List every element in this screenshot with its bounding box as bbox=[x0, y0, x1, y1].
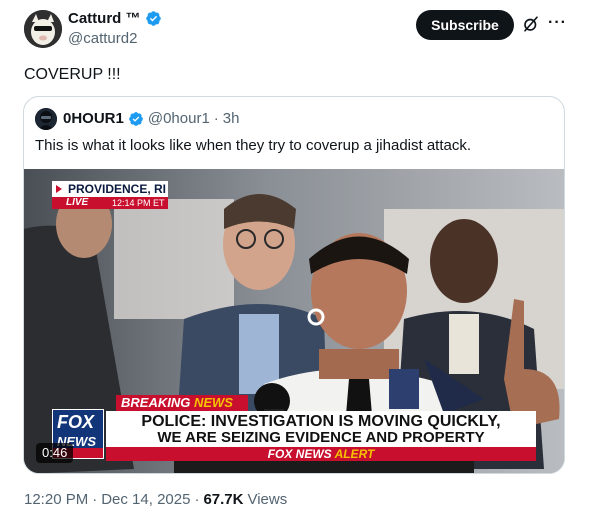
headline-chyron: POLICE: INVESTIGATION IS MOVING QUICKLY,… bbox=[106, 411, 536, 447]
logo-line-1: FOX bbox=[57, 412, 95, 432]
separator-dot: · bbox=[194, 491, 200, 508]
more-options-icon[interactable]: ··· bbox=[548, 14, 566, 32]
alert-prefix: FOX NEWS bbox=[267, 447, 332, 461]
views-count[interactable]: 67.7K bbox=[203, 491, 243, 508]
quoted-display-name[interactable]: 0HOUR1 bbox=[63, 110, 124, 127]
location-lower-third: PROVIDENCE, RI LIVE 12:14 PM ET bbox=[52, 181, 168, 209]
post-metadata: 12:20 PM · Dec 14, 2025 · 67.7K Views bbox=[24, 491, 287, 508]
post-card: Catturd ™ @catturd2 Subscribe ··· COVERU… bbox=[0, 0, 590, 517]
subscribe-button[interactable]: Subscribe bbox=[416, 10, 514, 40]
masked-avatar-icon bbox=[35, 108, 57, 130]
location-label: PROVIDENCE, RI bbox=[52, 181, 168, 197]
quoted-post-text: This is what it looks like when they try… bbox=[35, 137, 472, 154]
headline-line-1: POLICE: INVESTIGATION IS MOVING QUICKLY, bbox=[141, 413, 501, 430]
play-arrow-icon bbox=[56, 185, 62, 193]
verified-badge-icon bbox=[145, 10, 162, 27]
separator-dot: · bbox=[92, 491, 98, 508]
author-handle[interactable]: @catturd2 bbox=[68, 30, 137, 47]
video-player[interactable]: PROVIDENCE, RI LIVE 12:14 PM ET BREAKING… bbox=[24, 169, 564, 473]
quoted-author-row[interactable]: 0HOUR1 @0hour1 · 3h bbox=[63, 110, 239, 127]
grok-icon[interactable] bbox=[522, 15, 540, 33]
cartoon-avatar-icon bbox=[24, 10, 62, 48]
video-duration: 0:46 bbox=[36, 443, 74, 463]
fox-news-alert-bar: FOX NEWS ALERT bbox=[106, 447, 536, 461]
live-time: 12:14 PM ET bbox=[112, 198, 165, 208]
verified-badge-icon bbox=[128, 111, 144, 127]
breaking-label: BREAKING bbox=[121, 395, 191, 410]
live-label: LIVE bbox=[66, 197, 89, 208]
post-time[interactable]: 12:20 PM bbox=[24, 491, 88, 508]
author-display-name[interactable]: Catturd ™ bbox=[68, 10, 141, 27]
breaking-news-tag: BREAKING NEWS bbox=[116, 395, 248, 411]
breaking-news-label: NEWS bbox=[193, 395, 233, 410]
quoted-timestamp[interactable]: 3h bbox=[223, 110, 240, 127]
location-text: PROVIDENCE, RI bbox=[68, 182, 167, 196]
quoted-post[interactable]: 0HOUR1 @0hour1 · 3h This is what it look… bbox=[23, 96, 565, 474]
author-avatar[interactable] bbox=[24, 10, 62, 48]
views-label: Views bbox=[247, 491, 288, 508]
post-date[interactable]: Dec 14, 2025 bbox=[101, 491, 190, 508]
author-name-row[interactable]: Catturd ™ bbox=[68, 10, 162, 27]
quoted-handle[interactable]: @0hour1 bbox=[148, 110, 210, 127]
quoted-author-avatar[interactable] bbox=[35, 108, 57, 130]
headline-line-2: WE ARE SEIZING EVIDENCE AND PROPERTY bbox=[157, 429, 485, 446]
post-text: COVERUP !!! bbox=[24, 66, 121, 83]
separator-dot: · bbox=[213, 110, 219, 127]
alert-word: ALERT bbox=[334, 447, 375, 461]
